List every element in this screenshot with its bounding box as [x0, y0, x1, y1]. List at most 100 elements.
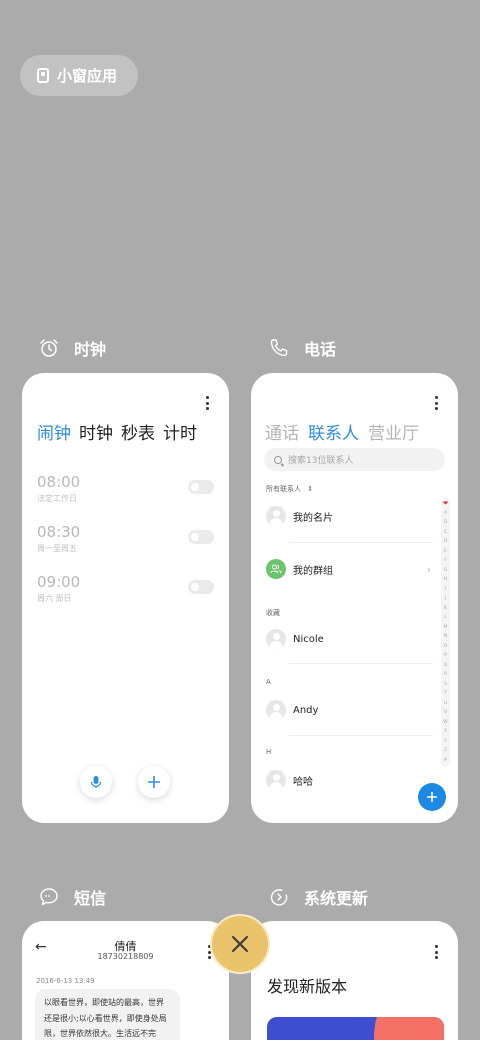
alarm-item[interactable]: 08:00 法定工作日: [37, 473, 80, 504]
phone-tabs: 通话 联系人 营业厅: [265, 419, 419, 444]
avatar: [266, 629, 286, 649]
alphabet-index-letter[interactable]: Z: [444, 746, 447, 756]
alphabet-index-letter[interactable]: N: [444, 632, 447, 642]
alarm-repeat: 法定工作日: [37, 494, 77, 503]
microphone-icon: [90, 776, 102, 788]
clock-more-icon[interactable]: [205, 396, 209, 410]
alarm-toggle[interactable]: [188, 530, 214, 544]
my-groups-item[interactable]: 我的群组 ›: [266, 559, 431, 579]
alphabet-index-letter[interactable]: W: [443, 718, 447, 728]
alphabet-index-letter[interactable]: Y: [444, 737, 447, 747]
add-contact-button[interactable]: [418, 783, 446, 811]
alphabet-index-letter[interactable]: M: [444, 623, 448, 633]
alphabet-index-letter[interactable]: L: [444, 613, 447, 623]
alphabet-index-letter[interactable]: V: [444, 708, 447, 718]
alphabet-index-letter[interactable]: D: [444, 537, 447, 547]
alphabet-index-letter[interactable]: R: [444, 670, 447, 680]
update-app-card[interactable]: 发现新版本: [251, 921, 458, 1040]
divider: [289, 663, 433, 664]
all-contacts-filter[interactable]: 所有联系人 ⇕: [266, 484, 313, 494]
phone-app-header[interactable]: 电话: [268, 336, 336, 360]
system-update-icon: [270, 889, 288, 906]
phone-more-icon[interactable]: [434, 396, 438, 410]
contact-name: 哈哈: [293, 776, 313, 788]
alarm-toggle[interactable]: [188, 580, 214, 594]
tab-alarm[interactable]: 闹钟: [37, 419, 71, 444]
favorites-section-label: 收藏: [266, 609, 280, 617]
my-card-item[interactable]: 我的名片: [266, 506, 333, 526]
message-bubble-icon: [40, 888, 58, 906]
alphabet-index-letter[interactable]: E: [444, 547, 447, 557]
alphabet-index-letter[interactable]: I: [445, 585, 446, 595]
mini-window-label: 小窗应用: [57, 67, 118, 85]
phone-icon: [270, 339, 288, 357]
clear-all-button[interactable]: [210, 914, 270, 974]
clock-app-name: 时钟: [74, 340, 107, 359]
alphabet-index-letter[interactable]: X: [444, 727, 447, 737]
alarm-item[interactable]: 08:30 周一至周五: [37, 523, 80, 554]
close-icon: [232, 936, 248, 952]
update-app-name: 系统更新: [304, 889, 369, 908]
alphabet-index-letter[interactable]: #: [444, 756, 448, 766]
alphabet-index-letter[interactable]: J: [445, 594, 446, 604]
divider: [289, 542, 433, 543]
alphabet-index-letter[interactable]: U: [444, 699, 447, 709]
alphabet-index-letter[interactable]: F: [444, 556, 447, 566]
group-icon: [266, 559, 286, 579]
search-icon: [274, 455, 282, 464]
alphabet-index-letter[interactable]: H: [444, 575, 447, 585]
sort-arrows-icon: ⇕: [307, 485, 314, 493]
contact-name: Andy: [293, 704, 319, 716]
alphabet-index-letter[interactable]: C: [444, 528, 447, 538]
alphabet-index-letter[interactable]: P: [444, 651, 447, 661]
tab-clock[interactable]: 时钟: [79, 419, 113, 444]
clock-tabs: 闹钟 时钟 秒表 计时: [37, 419, 197, 444]
my-groups-label: 我的群组: [293, 565, 333, 577]
alphabet-index-bar[interactable]: ❤ A B C D E F G H I J K L M N O P Q R S T U V W X Y Z #: [441, 497, 450, 767]
update-app-header[interactable]: 系统更新: [268, 885, 368, 909]
contact-search-input[interactable]: 搜索13位联系人: [264, 448, 445, 471]
mini-window-icon: [37, 68, 49, 83]
alphabet-index-letter[interactable]: S: [444, 680, 447, 690]
add-alarm-button[interactable]: [138, 766, 170, 798]
contact-item[interactable]: Andy: [266, 700, 318, 720]
clock-app-header[interactable]: 时钟: [38, 336, 106, 360]
alarm-item[interactable]: 09:00 周六 周日: [37, 573, 80, 604]
alarm-repeat: 周六 周日: [37, 594, 72, 603]
alphabet-index-letter[interactable]: K: [444, 604, 447, 614]
tab-calls[interactable]: 通话: [265, 419, 299, 444]
update-banner-image: [267, 1017, 444, 1040]
plus-icon: [148, 776, 160, 788]
tab-timer[interactable]: 计时: [163, 419, 197, 444]
alphabet-index-letter[interactable]: T: [444, 689, 447, 699]
phone-app-card[interactable]: 通话 联系人 营业厅 搜索13位联系人 所有联系人 ⇕ 我的名片 我的群组 › …: [251, 373, 458, 823]
contact-item[interactable]: 哈哈: [266, 770, 313, 790]
alphabet-index-letter[interactable]: Q: [444, 661, 448, 671]
conversation-phone-number: 18730218809: [97, 952, 154, 961]
avatar: [266, 700, 286, 720]
alphabet-index-letter[interactable]: G: [444, 566, 448, 576]
divider: [289, 735, 433, 736]
contact-item[interactable]: Nicole: [266, 629, 324, 649]
tab-contacts[interactable]: 联系人: [308, 419, 359, 444]
contact-name: Nicole: [293, 633, 324, 645]
clock-app-card[interactable]: 闹钟 时钟 秒表 计时 08:00 法定工作日 08:30 周一至周五 09:0…: [22, 373, 229, 823]
tab-stopwatch[interactable]: 秒表: [121, 419, 155, 444]
chevron-right-icon: ›: [426, 562, 431, 576]
alphabet-index-letter[interactable]: B: [444, 518, 447, 528]
avatar: [266, 770, 286, 790]
voice-alarm-button[interactable]: [80, 766, 112, 798]
update-more-icon[interactable]: [434, 945, 438, 959]
alphabet-index-letter[interactable]: O: [444, 642, 448, 652]
favorites-heart-icon: ❤: [442, 500, 449, 507]
messages-app-header[interactable]: 短信: [38, 885, 106, 909]
mini-window-button[interactable]: 小窗应用: [20, 55, 138, 96]
alarm-clock-icon: [40, 339, 58, 357]
tab-service-hall[interactable]: 营业厅: [368, 419, 419, 444]
alarm-toggle[interactable]: [188, 480, 214, 494]
section-letter-h: H: [266, 748, 272, 756]
message-bubble[interactable]: 以眼看世界，即使站的最高，世界还是很小;以心看世界，即使身处局限，世界依然很大。…: [35, 989, 180, 1040]
phone-app-name: 电话: [304, 340, 337, 359]
messages-app-card[interactable]: ← 倩倩 18730218809 2016-6-13 13:49 以眼看世界，即…: [22, 921, 229, 1040]
alphabet-index-letter[interactable]: A: [444, 509, 447, 519]
